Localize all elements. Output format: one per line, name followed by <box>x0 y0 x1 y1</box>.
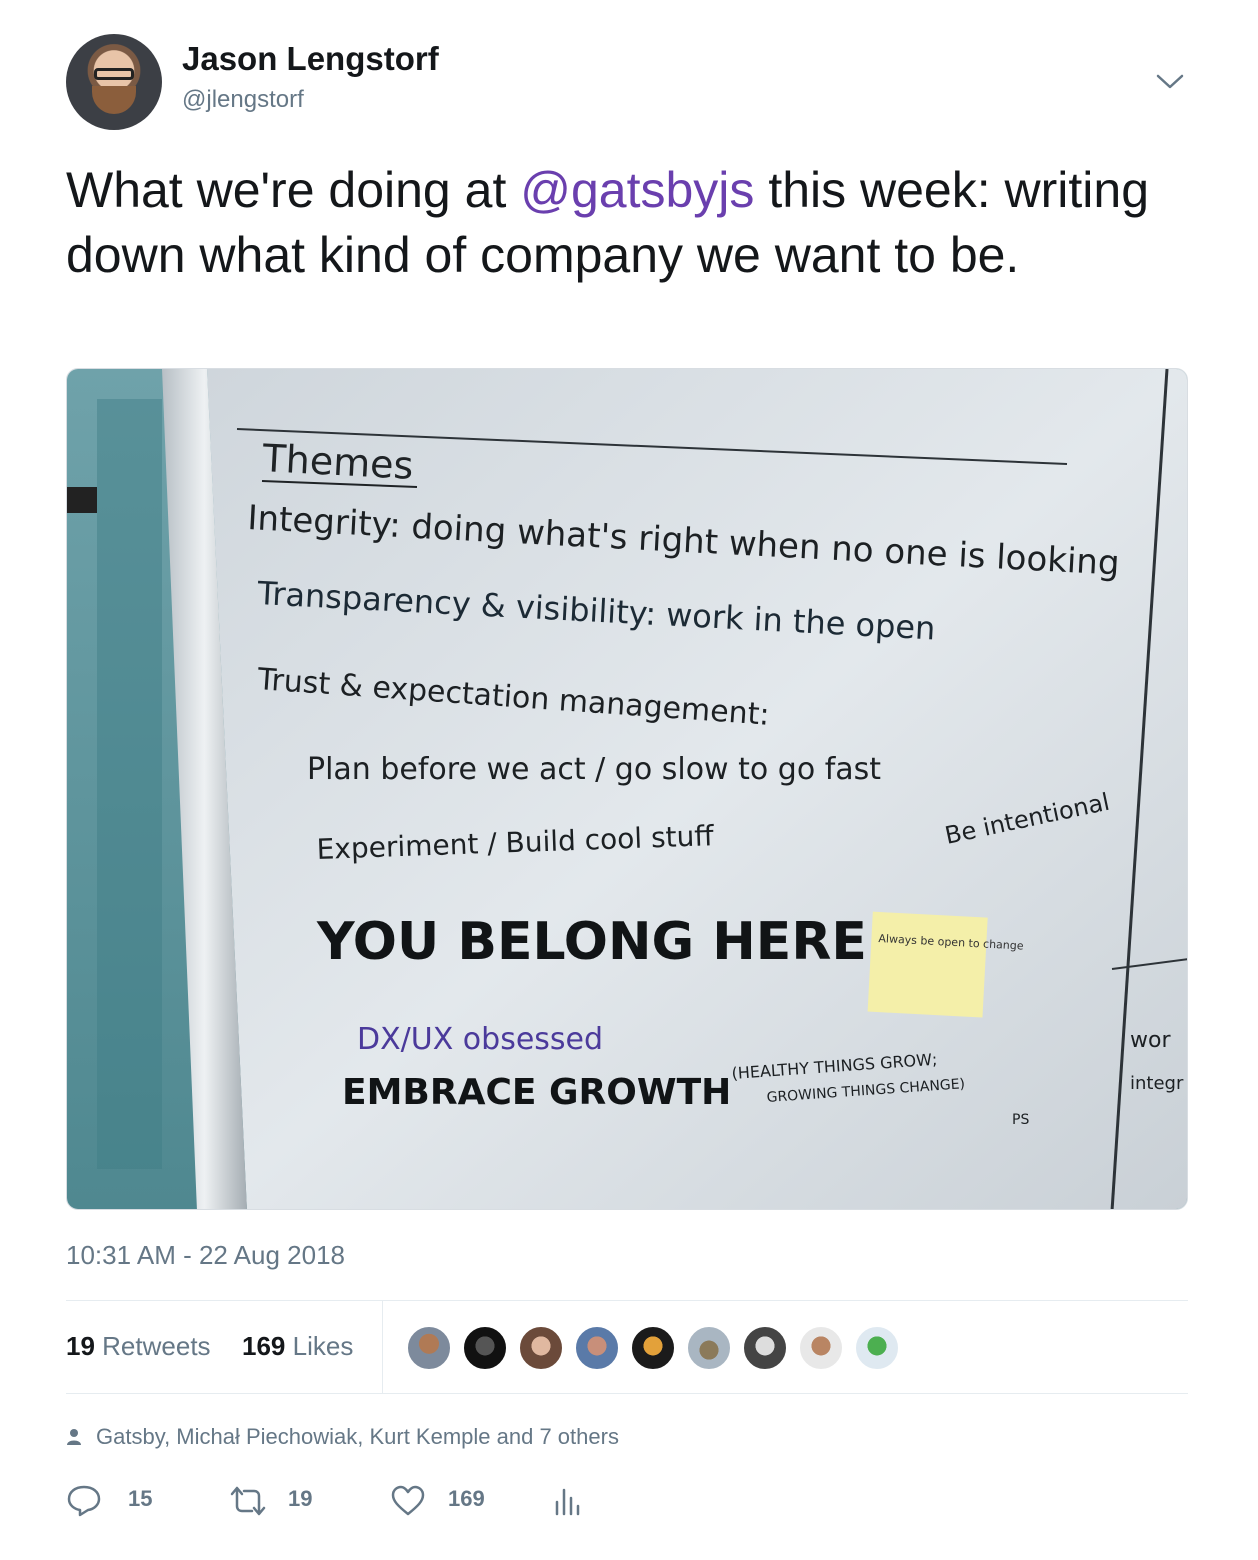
liker-avatar[interactable] <box>462 1325 508 1371</box>
wb-heading: Themes <box>261 436 415 488</box>
liked-by-context: Gatsby, Michał Piechowiak, Kurt Kemple a… <box>66 1424 619 1450</box>
liker-avatar[interactable] <box>406 1325 452 1371</box>
tweet-header: Jason Lengstorf @jlengstorf <box>66 34 1188 134</box>
tweet-text: What we're doing at @gatsbyjs this week:… <box>66 162 1150 283</box>
retweet-icon <box>230 1486 266 1516</box>
liker-avatar[interactable] <box>574 1325 620 1371</box>
tweet-photo[interactable]: Themes Integrity: doing what's right whe… <box>66 368 1188 1210</box>
author-handle[interactable]: @jlengstorf <box>182 86 304 114</box>
liker-avatar[interactable] <box>742 1325 788 1371</box>
wb-line-growth: EMBRACE GROWTH <box>342 1072 731 1113</box>
wb-line-dxux: DX/UX obsessed <box>357 1022 603 1057</box>
wb-line-belong: YOU BELONG HERE. <box>316 912 887 972</box>
tweet-actions: 15 19 169 <box>66 1476 626 1526</box>
analytics-icon <box>555 1488 580 1516</box>
chevron-down-icon[interactable] <box>1152 68 1188 96</box>
wb-fragment-2: integr <box>1130 1073 1184 1094</box>
liker-avatar[interactable] <box>630 1325 676 1371</box>
stats-divider <box>382 1301 383 1393</box>
liker-avatar[interactable] <box>518 1325 564 1371</box>
liker-avatar[interactable] <box>686 1325 732 1371</box>
liked-by-text[interactable]: Gatsby, Michał Piechowiak, Kurt Kemple a… <box>96 1424 619 1449</box>
author-avatar[interactable] <box>66 34 162 130</box>
wb-fragment-1: wor <box>1130 1028 1171 1053</box>
reply-icon <box>67 1485 101 1517</box>
like-button[interactable]: 169 <box>390 1476 530 1526</box>
liker-avatar[interactable] <box>854 1325 900 1371</box>
wb-initials: PS <box>1012 1112 1029 1128</box>
reply-button[interactable]: 15 <box>66 1476 186 1526</box>
retweet-button[interactable]: 19 <box>228 1476 358 1526</box>
likes-stat[interactable]: 169 Likes <box>242 1331 353 1362</box>
retweet-count: 19 <box>288 1486 313 1511</box>
reply-count: 15 <box>128 1486 153 1511</box>
heart-icon <box>391 1485 425 1516</box>
liker-avatar[interactable] <box>798 1325 844 1371</box>
like-count: 169 <box>448 1486 485 1511</box>
mention-link[interactable]: @gatsbyjs <box>520 162 754 218</box>
tweet-timestamp[interactable]: 10:31 AM - 22 Aug 2018 <box>66 1240 345 1271</box>
engagement-stats: 19 Retweets 169 Likes <box>66 1300 1188 1394</box>
analytics-button[interactable] <box>554 1476 584 1526</box>
author-name[interactable]: Jason Lengstorf <box>182 40 439 78</box>
whiteboard-image: Themes Integrity: doing what's right whe… <box>67 369 1187 1209</box>
person-icon <box>67 1429 81 1445</box>
retweets-stat[interactable]: 19 Retweets <box>66 1331 211 1362</box>
wb-line-plan: Plan before we act / go slow to go fast <box>307 752 881 787</box>
